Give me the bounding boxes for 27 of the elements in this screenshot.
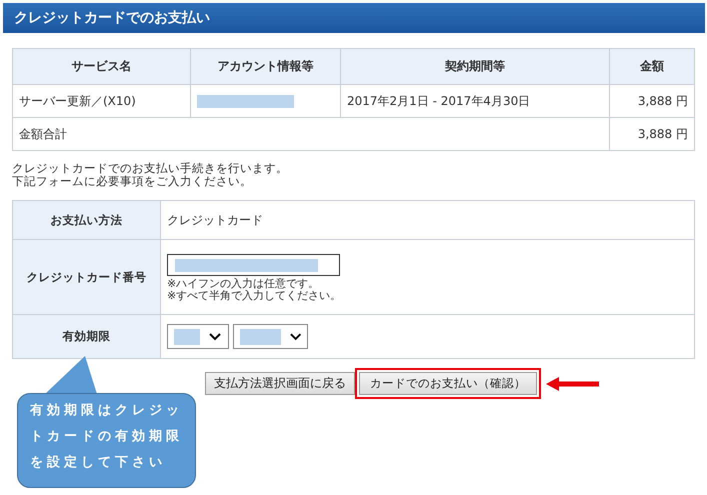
page-title: クレジットカードでのお支払い [14, 9, 210, 27]
column-header: 金額 [610, 48, 694, 84]
field-label: 有効期限 [12, 314, 160, 358]
column-header: アカウント情報等 [190, 48, 340, 84]
year-select[interactable] [233, 324, 308, 349]
field-value: クレジットカード [167, 212, 263, 226]
note-text: ※すべて半角で入力してください。 [167, 289, 342, 302]
field-label: クレジットカード番号 [12, 240, 160, 314]
callout-text: 有効期限はクレジットカードの有効期限を設定して下さい [30, 402, 184, 472]
input-field[interactable] [167, 254, 340, 276]
intro-text: 下記フォームに必要事項をご入力ください。 [12, 174, 252, 188]
table-cell: 2017年2月1日 - 2017年4月30日 [340, 84, 610, 118]
column-header: 契約期間等 [340, 48, 610, 84]
note-text: ※ハイフンの入力は任意です。 [167, 277, 320, 290]
table-cell: 金額合計 [12, 118, 610, 150]
table-cell: 3,888 円 [610, 84, 694, 118]
intro-text: クレジットカードでのお支払い手続きを行います。 [12, 161, 288, 175]
chevron-down-icon [290, 332, 301, 340]
pointer-arrow [546, 376, 599, 390]
form-button[interactable]: カードでのお支払い（確認） [359, 372, 537, 395]
table-cell: サーバー更新／(X10) [12, 84, 190, 118]
chevron-down-icon [209, 332, 221, 340]
month-select[interactable] [167, 324, 229, 349]
field-label: お支払い方法 [12, 200, 160, 240]
form-button[interactable]: 支払方法選択画面に戻る [205, 372, 355, 395]
column-header: サービス名 [12, 48, 190, 84]
table-cell: 3,888 円 [610, 118, 694, 150]
